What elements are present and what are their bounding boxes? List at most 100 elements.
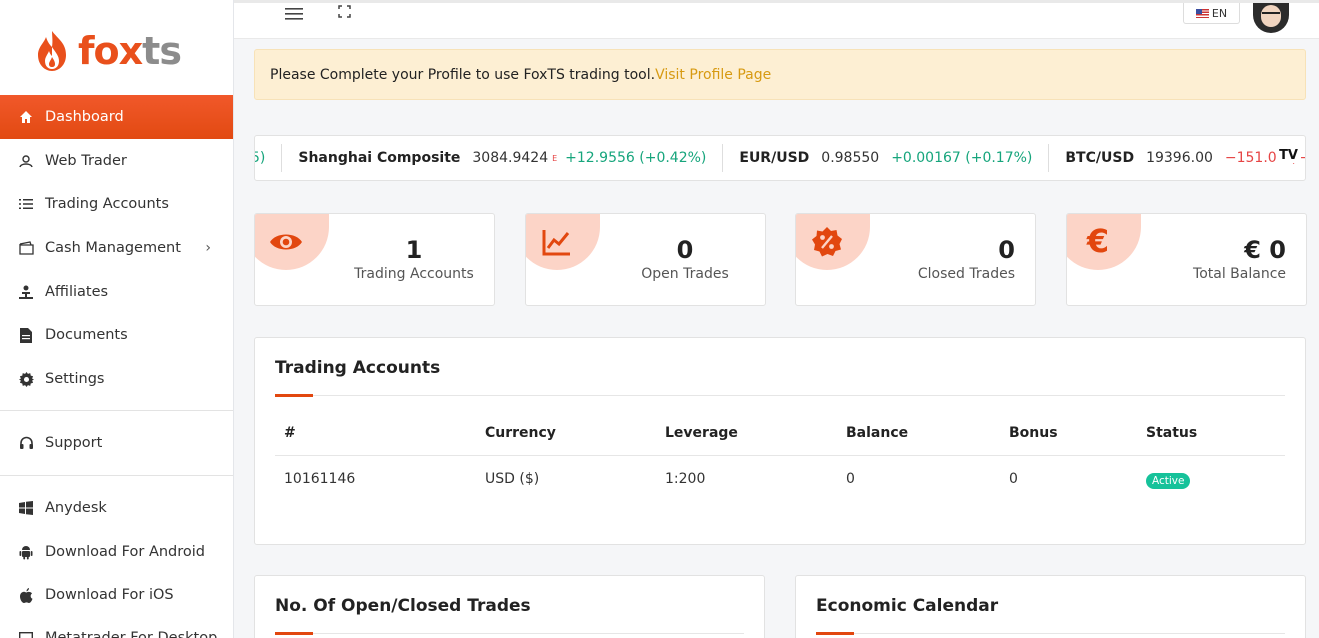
sidebar-item-web-trader[interactable]: Web Trader (0, 139, 233, 183)
cell-id: 10161146 (284, 471, 356, 487)
ticker-change: +0.00167 (+0.17%) (891, 150, 1033, 166)
ticker-price: 19396.00 (1146, 150, 1213, 166)
gear-icon (18, 371, 34, 387)
sidebar-item-label: Web Trader (45, 153, 127, 169)
economic-calendar-panel: Economic Calendar (795, 575, 1306, 638)
panel-accent-bar (275, 394, 313, 397)
panel-accent-bar (816, 632, 854, 635)
sidebar-item-label: Metatrader For Desktop (45, 630, 218, 638)
col-currency[interactable]: Currency (485, 425, 556, 441)
home-icon (18, 109, 34, 125)
sidebar-item-settings[interactable]: Settings (0, 357, 233, 401)
status-badge: Active (1146, 473, 1191, 489)
ticker-partial: 5) (255, 150, 266, 166)
desktop-icon (18, 630, 34, 638)
chart-line-icon (542, 230, 570, 256)
trading-accounts-panel: Trading Accounts # Currency Leverage Bal… (254, 337, 1306, 545)
stat-icon-bg (796, 214, 870, 270)
stat-value: 0 (998, 236, 1015, 264)
sidebar-item-label: Support (45, 435, 103, 451)
ticker-item[interactable]: BTC/USD 19396.00 −151.00 (−0.77%) (1048, 144, 1305, 172)
stat-value: 0 (676, 236, 694, 264)
col-id[interactable]: # (284, 425, 296, 441)
language-label: EN (1211, 6, 1228, 20)
avatar-glasses (1262, 12, 1280, 17)
ticker-item[interactable]: Shanghai Composite 3084.9424 E +12.9556 … (281, 144, 722, 172)
panel-title: No. Of Open/Closed Trades (275, 596, 531, 616)
sidebar: foxts Dashboard Web Trader Trading Accou… (0, 0, 234, 638)
profile-alert: Please Complete your Profile to use FoxT… (254, 49, 1306, 100)
cell-currency: USD ($) (485, 471, 540, 487)
sidebar-item-download-android[interactable]: Download For Android (0, 530, 233, 574)
brand-fox: fox (78, 29, 143, 73)
cell-leverage: 1:200 (665, 471, 706, 487)
euro-icon: € (1086, 222, 1110, 260)
android-icon (18, 544, 34, 560)
chevron-right-icon[interactable]: › (205, 240, 211, 256)
sidebar-item-affiliates[interactable]: Affiliates (0, 270, 233, 314)
ticker-symbol: BTC/USD (1065, 150, 1135, 166)
sidebar-item-metatrader-desktop[interactable]: Metatrader For Desktop (0, 616, 233, 638)
tradingview-logo-icon[interactable]: TV (1276, 148, 1301, 163)
eye-icon (270, 234, 302, 250)
sidebar-item-label: Trading Accounts (45, 196, 169, 212)
panel-divider (816, 633, 1285, 634)
flame-logo-icon (38, 31, 66, 71)
sidebar-item-anydesk[interactable]: Anydesk (0, 486, 233, 530)
brand-text: foxts (78, 29, 182, 73)
sidebar-item-dashboard[interactable]: Dashboard (0, 95, 233, 139)
stat-label: Trading Accounts (354, 266, 474, 282)
avatar[interactable] (1253, 3, 1289, 33)
sidebar-item-label: Download For iOS (45, 587, 174, 603)
apple-icon (18, 587, 34, 603)
cell-bonus: 0 (1009, 471, 1018, 487)
cell-status: Active (1146, 471, 1191, 489)
stat-card-closed-trades: 0 Closed Trades (795, 213, 1036, 306)
hamburger-menu-icon[interactable] (285, 5, 303, 26)
sidebar-item-documents[interactable]: Documents (0, 313, 233, 357)
sidebar-item-trading-accounts[interactable]: Trading Accounts (0, 182, 233, 226)
topbar: EN (234, 0, 1319, 39)
ticker-price: 3084.9424 (472, 150, 549, 166)
affiliates-icon (18, 284, 34, 300)
ticker-change: +12.9556 (+0.42%) (565, 150, 707, 166)
stat-value: € 0 (1244, 236, 1286, 264)
us-flag-icon (1195, 8, 1209, 18)
ticker-item[interactable]: EUR/USD 0.98550 +0.00167 (+0.17%) (722, 144, 1048, 172)
sidebar-item-label: Download For Android (45, 544, 206, 560)
col-status[interactable]: Status (1146, 425, 1197, 441)
sidebar-item-label: Affiliates (45, 284, 109, 300)
list-icon (18, 196, 34, 212)
sidebar-item-download-ios[interactable]: Download For iOS (0, 573, 233, 617)
sidebar-item-label: Dashboard (45, 109, 124, 125)
ticker-price: 0.98550 (821, 150, 880, 166)
col-balance[interactable]: Balance (846, 425, 908, 441)
sidebar-divider (0, 475, 233, 476)
table-header: # Currency Leverage Balance Bonus Status (275, 412, 1285, 456)
stat-card-trading-accounts: 1 Trading Accounts (254, 213, 495, 306)
panel-title: Economic Calendar (816, 596, 999, 616)
foxts-logo[interactable]: foxts (28, 26, 182, 76)
panel-divider (275, 633, 744, 634)
language-selector[interactable]: EN (1183, 3, 1240, 24)
stat-icon-bg (255, 214, 329, 270)
headset-icon (18, 435, 34, 451)
sidebar-item-support[interactable]: Support (0, 421, 233, 465)
col-leverage[interactable]: Leverage (665, 425, 738, 441)
ticker-symbol: EUR/USD (739, 150, 810, 166)
fullscreen-icon[interactable] (338, 3, 351, 22)
table-row[interactable]: 10161146 USD ($) 1:200 0 0 Active (275, 458, 1285, 502)
stat-label: Closed Trades (917, 266, 1015, 282)
col-bonus[interactable]: Bonus (1009, 425, 1058, 441)
cell-balance: 0 (846, 471, 855, 487)
visit-profile-link[interactable]: Visit Profile Page (655, 67, 771, 83)
stat-card-open-trades: 0 Open Trades (525, 213, 766, 306)
alert-text: Please Complete your Profile to use FoxT… (270, 66, 656, 83)
stat-icon-bg (526, 214, 600, 270)
ticker-tape[interactable]: 5) Shanghai Composite 3084.9424 E +12.95… (254, 135, 1306, 181)
windows-icon (18, 500, 34, 516)
trader-icon (18, 153, 34, 169)
sidebar-item-cash-management[interactable]: Cash Management › (0, 226, 233, 270)
stat-label: Open Trades (641, 266, 729, 282)
sidebar-item-label: Documents (45, 327, 128, 343)
